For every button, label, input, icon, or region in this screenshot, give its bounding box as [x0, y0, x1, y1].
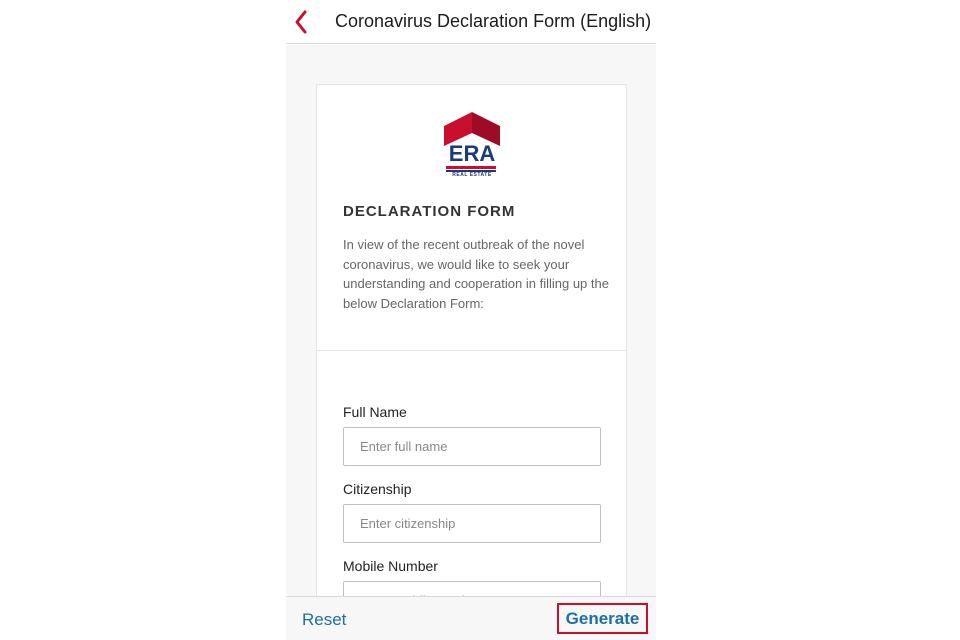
generate-button[interactable]: Generate — [557, 603, 648, 634]
mobile-number-label: Mobile Number — [343, 558, 438, 574]
page-title: Coronavirus Declaration Form (English) — [335, 11, 652, 31]
citizenship-input[interactable] — [343, 504, 601, 543]
mobile-number-input[interactable] — [343, 581, 601, 596]
logo-subtitle: REAL ESTATE — [452, 172, 492, 178]
chevron-left-icon — [295, 10, 307, 34]
app-screen: Coronavirus Declaration Form (English) E… — [286, 0, 656, 640]
citizenship-label: Citizenship — [343, 481, 412, 497]
logo-wordmark: ERA — [448, 141, 496, 166]
form-heading: DECLARATION FORM — [343, 203, 516, 220]
top-bar: Coronavirus Declaration Form (English) — [286, 0, 656, 44]
full-name-label: Full Name — [343, 404, 407, 420]
form-intro: In view of the recent outbreak of the no… — [343, 237, 609, 312]
logo-stripe-red — [446, 166, 496, 169]
full-name-input[interactable] — [343, 427, 601, 466]
bottom-toolbar: Reset Generate — [286, 596, 656, 640]
era-logo: ERA REAL ESTATE — [444, 112, 500, 180]
reset-button[interactable]: Reset — [302, 610, 346, 630]
back-button[interactable] — [288, 8, 316, 36]
scroll-content[interactable]: ERA REAL ESTATE DECLARATION FORM In view… — [286, 45, 656, 596]
declaration-card: ERA REAL ESTATE DECLARATION FORM In view… — [316, 84, 627, 596]
section-divider — [317, 350, 626, 351]
